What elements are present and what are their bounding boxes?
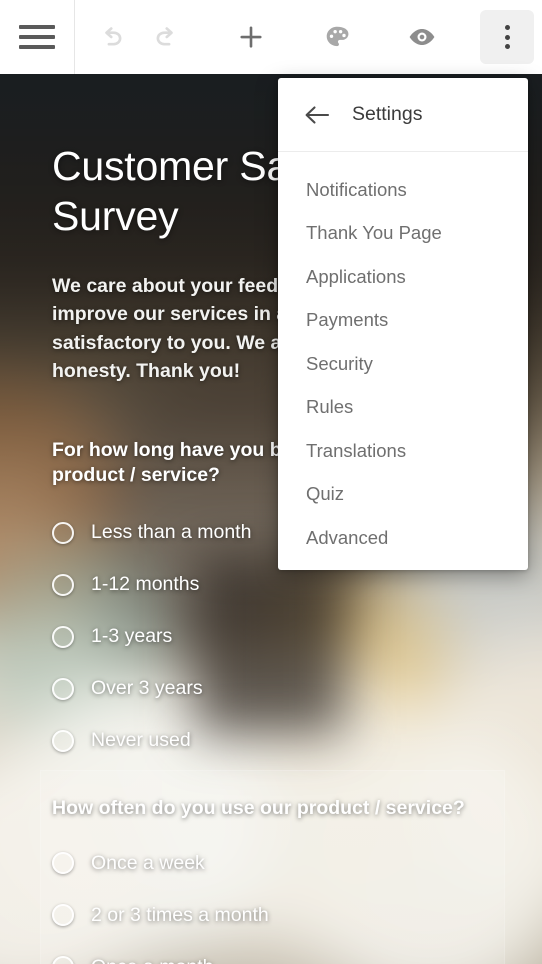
settings-item-label: Translations [306, 439, 407, 461]
radio-circle-icon[interactable] [52, 904, 74, 927]
settings-item-rules[interactable]: Rules [278, 386, 528, 430]
top-toolbar [0, 0, 542, 74]
theme-button[interactable] [310, 10, 364, 64]
settings-menu-list: Notifications Thank You Page Application… [278, 152, 528, 560]
plus-icon [240, 26, 262, 48]
radio-circle-icon[interactable] [52, 956, 74, 964]
settings-item-label: Security [306, 352, 373, 374]
settings-item-label: Notifications [306, 178, 407, 200]
settings-panel: Settings Notifications Thank You Page Ap… [278, 78, 528, 570]
arrow-left-icon [305, 105, 330, 124]
three-dots-vertical-icon [504, 25, 510, 49]
preview-button[interactable] [395, 10, 449, 64]
more-options-button[interactable] [480, 10, 534, 64]
radio-option-label: Over 3 years [91, 677, 203, 700]
toolbar-actions [75, 0, 542, 74]
radio-circle-icon[interactable] [52, 729, 74, 752]
palette-icon [326, 26, 348, 47]
eye-icon [409, 29, 435, 45]
radio-option-label: Never used [91, 729, 191, 752]
radio-option-label: Less than a month [91, 521, 252, 544]
radio-option[interactable]: Once a week [52, 837, 502, 889]
radio-circle-icon[interactable] [52, 625, 74, 648]
back-button[interactable] [304, 104, 330, 126]
settings-panel-header: Settings [278, 78, 528, 152]
hamburger-menu-icon[interactable] [19, 25, 55, 49]
settings-item-translations[interactable]: Translations [278, 429, 528, 473]
radio-option[interactable]: 1-3 years [52, 611, 482, 663]
radio-option-label: Once a week [91, 851, 205, 874]
radio-option[interactable]: Once a month [52, 941, 502, 964]
settings-item-label: Payments [306, 309, 389, 331]
question-label: How often do you use our product / servi… [52, 797, 465, 819]
radio-circle-icon[interactable] [52, 852, 74, 875]
settings-item-applications[interactable]: Applications [278, 255, 528, 299]
menu-button[interactable] [0, 0, 74, 74]
redo-button[interactable] [139, 10, 193, 64]
settings-item-label: Applications [306, 265, 406, 287]
question-2-options: Once a week 2 or 3 times a month Once a … [52, 837, 502, 964]
radio-option[interactable]: 2 or 3 times a month [52, 889, 502, 941]
radio-option-label: 2 or 3 times a month [91, 903, 269, 926]
radio-option-label: 1-3 years [91, 625, 173, 648]
settings-item-label: Thank You Page [306, 222, 442, 244]
radio-option[interactable]: Over 3 years [52, 663, 482, 715]
undo-icon [105, 27, 122, 46]
settings-item-payments[interactable]: Payments [278, 299, 528, 343]
form-builder-screen: Customer Satisfaction Survey We care abo… [0, 0, 542, 964]
settings-item-label: Advanced [306, 526, 389, 548]
settings-item-advanced[interactable]: Advanced [278, 516, 528, 560]
settings-item-quiz[interactable]: Quiz [278, 473, 528, 517]
radio-option[interactable]: Never used [52, 715, 482, 767]
settings-item-label: Quiz [306, 483, 345, 505]
undo-button[interactable] [85, 10, 139, 64]
settings-panel-title: Settings [352, 103, 423, 125]
radio-circle-icon[interactable] [52, 521, 74, 544]
redo-icon [156, 27, 173, 46]
settings-item-thank-you-page[interactable]: Thank You Page [278, 212, 528, 256]
settings-item-notifications[interactable]: Notifications [278, 168, 528, 212]
radio-circle-icon[interactable] [52, 573, 74, 596]
radio-option-label: Once a month [91, 956, 213, 964]
settings-item-security[interactable]: Security [278, 342, 528, 386]
radio-option-label: 1-12 months [91, 573, 200, 596]
question-block-2: How often do you use our product / servi… [52, 796, 502, 964]
add-element-button[interactable] [224, 10, 278, 64]
settings-item-label: Rules [306, 396, 354, 418]
radio-circle-icon[interactable] [52, 677, 74, 700]
